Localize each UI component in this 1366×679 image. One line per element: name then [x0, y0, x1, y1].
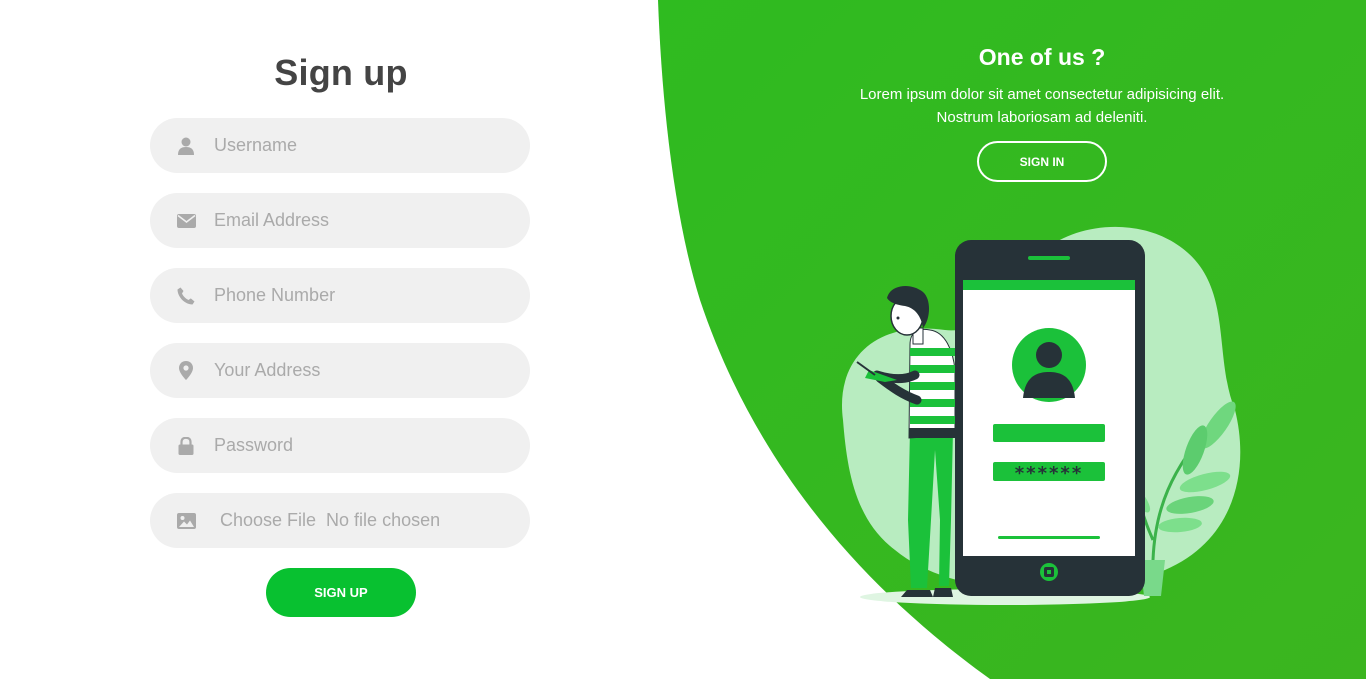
password-input[interactable] [214, 435, 494, 456]
choose-file-button[interactable]: Choose File [220, 510, 316, 530]
smartphone-icon: ****** [955, 240, 1145, 596]
signup-form: Sign up Choose FileNo f [150, 52, 532, 617]
password-mask: ****** [1015, 463, 1083, 484]
email-input[interactable] [214, 210, 494, 231]
signup-illustration: ****** [841, 226, 1241, 605]
signin-button[interactable]: SIGN IN [977, 141, 1107, 182]
promo-text-line-1: Lorem ipsum dolor sit amet consectetur a… [859, 86, 1225, 103]
file-input[interactable]: Choose File No file chosen [220, 510, 450, 531]
username-input[interactable] [214, 135, 494, 156]
address-input[interactable] [214, 360, 494, 381]
file-status: No file chosen [326, 510, 441, 530]
map-marker-icon [176, 361, 196, 381]
promo-text-line-2: Nostrum laboriosam ad deleniti. [936, 109, 1148, 126]
phone-icon [176, 286, 196, 306]
promo-title: One of us ? [978, 44, 1106, 70]
promo-text: Lorem ipsum dolor sit amet consectetur a… [812, 83, 1272, 129]
password-field[interactable] [150, 418, 530, 473]
promo-panel: One of us ? Lorem ipsum dolor sit amet c… [812, 44, 1272, 182]
image-icon [176, 511, 196, 531]
signup-button[interactable]: SIGN UP [266, 568, 416, 617]
lock-icon [176, 436, 196, 456]
file-field[interactable]: Choose File No file chosen [150, 493, 530, 548]
phone-input[interactable] [214, 285, 494, 306]
phone-field[interactable] [150, 268, 530, 323]
address-field[interactable] [150, 343, 530, 398]
username-field[interactable] [150, 118, 530, 173]
envelope-icon [176, 211, 196, 231]
user-icon [176, 136, 196, 156]
page-title: Sign up [274, 52, 408, 93]
email-field[interactable] [150, 193, 530, 248]
